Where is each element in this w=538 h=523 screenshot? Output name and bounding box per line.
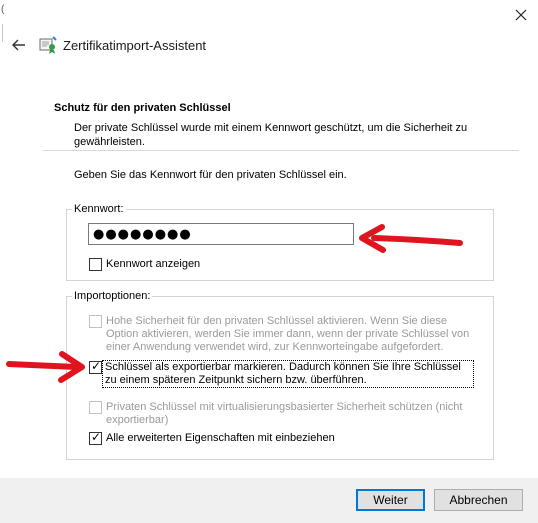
show-password-label: Kennwort anzeigen bbox=[106, 258, 201, 270]
back-arrow-icon bbox=[12, 39, 25, 51]
extended-properties-label: Alle erweiterten Eigenschaften mit einbe… bbox=[106, 432, 335, 444]
password-group-legend: Kennwort: bbox=[72, 203, 126, 215]
vbs-protect-label: Privaten Schlüssel mit virtualisierungsb… bbox=[106, 401, 463, 426]
section-description: Der private Schlüssel wurde mit einem Ke… bbox=[74, 122, 468, 148]
password-field[interactable] bbox=[88, 223, 354, 245]
exportable-label: Schlüssel als exportierbar markieren. Da… bbox=[105, 361, 461, 386]
high-security-label: Hohe Sicherheit für den privaten Schlüss… bbox=[106, 315, 470, 353]
next-button[interactable]: Weiter bbox=[356, 489, 425, 511]
close-icon bbox=[515, 9, 527, 21]
header-divider bbox=[43, 150, 519, 151]
checkmark-icon: ✓ bbox=[91, 359, 102, 373]
background-window-edge: ( bbox=[0, 4, 8, 44]
edge-fragment-text: ( bbox=[1, 4, 5, 15]
high-security-checkbox[interactable] bbox=[89, 315, 102, 328]
close-button[interactable] bbox=[510, 4, 532, 26]
show-password-checkbox[interactable] bbox=[89, 258, 102, 271]
vbs-protect-checkbox[interactable] bbox=[89, 401, 102, 414]
password-prompt: Geben Sie das Kennwort für den privaten … bbox=[74, 169, 347, 181]
cancel-button[interactable]: Abbrechen bbox=[434, 489, 523, 511]
certificate-icon bbox=[38, 35, 58, 55]
exportable-checkbox[interactable]: ✓ bbox=[89, 359, 102, 374]
checkmark-icon: ✓ bbox=[91, 430, 102, 444]
back-button[interactable] bbox=[10, 36, 28, 54]
import-options-legend: Importoptionen: bbox=[72, 290, 153, 302]
extended-properties-checkbox[interactable]: ✓ bbox=[89, 430, 102, 445]
window-title: Zertifikatimport-Assistent bbox=[63, 38, 207, 53]
section-title: Schutz für den privaten Schlüssel bbox=[54, 102, 231, 114]
